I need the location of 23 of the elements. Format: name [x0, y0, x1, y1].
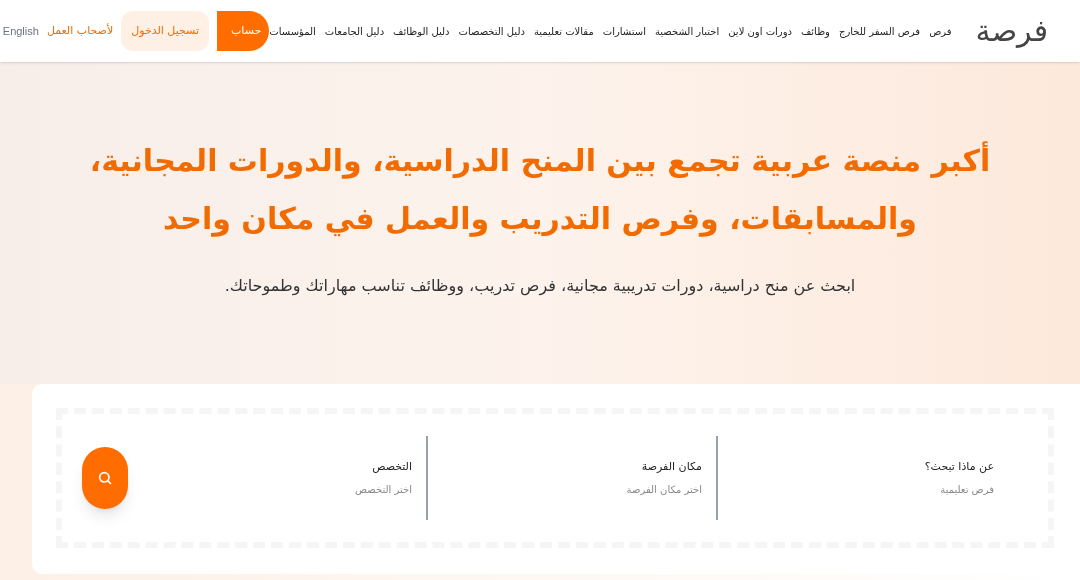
search-button[interactable]	[82, 447, 128, 509]
search-field[interactable]: اختر التخصص	[218, 481, 418, 497]
nav-link[interactable]: اختبار الشخصية	[654, 23, 720, 39]
field-label: التخصص	[371, 459, 413, 476]
nav-link[interactable]: فرص السفر للخارج	[838, 23, 921, 39]
nav-link[interactable]: وظائف	[800, 23, 830, 39]
field-label: مكان الفرصة	[640, 459, 703, 476]
nav-link[interactable]: المؤسسات	[269, 23, 316, 39]
nav-link[interactable]: دورات اون لاين	[728, 23, 792, 39]
nav-link[interactable]: فرص	[929, 23, 952, 39]
search-icon	[97, 470, 113, 486]
language-link[interactable]: English	[2, 22, 39, 40]
nav-link[interactable]: دليل الجامعات	[324, 23, 385, 39]
search-field[interactable]: فرص تعليمية	[800, 481, 1000, 497]
nav-link[interactable]: دليل الوظائف	[393, 23, 450, 39]
hero-title: أكبر منصة عربية تجمع بين المنح الدراسية، والدورات المجانية، والمسابقات، وفرص التدريب والعمل في مكان واحد	[88, 140, 992, 239]
nav-link[interactable]: مقالات تعليمية	[533, 23, 594, 39]
nav-link[interactable]: دليل التخصصات	[458, 23, 525, 39]
search-field[interactable]: اختر مكان الفرصة	[508, 481, 708, 497]
nav-link[interactable]: استشارات	[602, 23, 646, 39]
field-label: عن ماذا تبحث؟	[923, 459, 995, 476]
site-logo[interactable]: فرصة	[975, 16, 1048, 46]
hero-subtitle: ابحث عن منح دراسية، دورات تدريبية مجانية، فرص تدريب، ووظائف تناسب مهاراتك وطموحاتك.	[224, 275, 856, 298]
